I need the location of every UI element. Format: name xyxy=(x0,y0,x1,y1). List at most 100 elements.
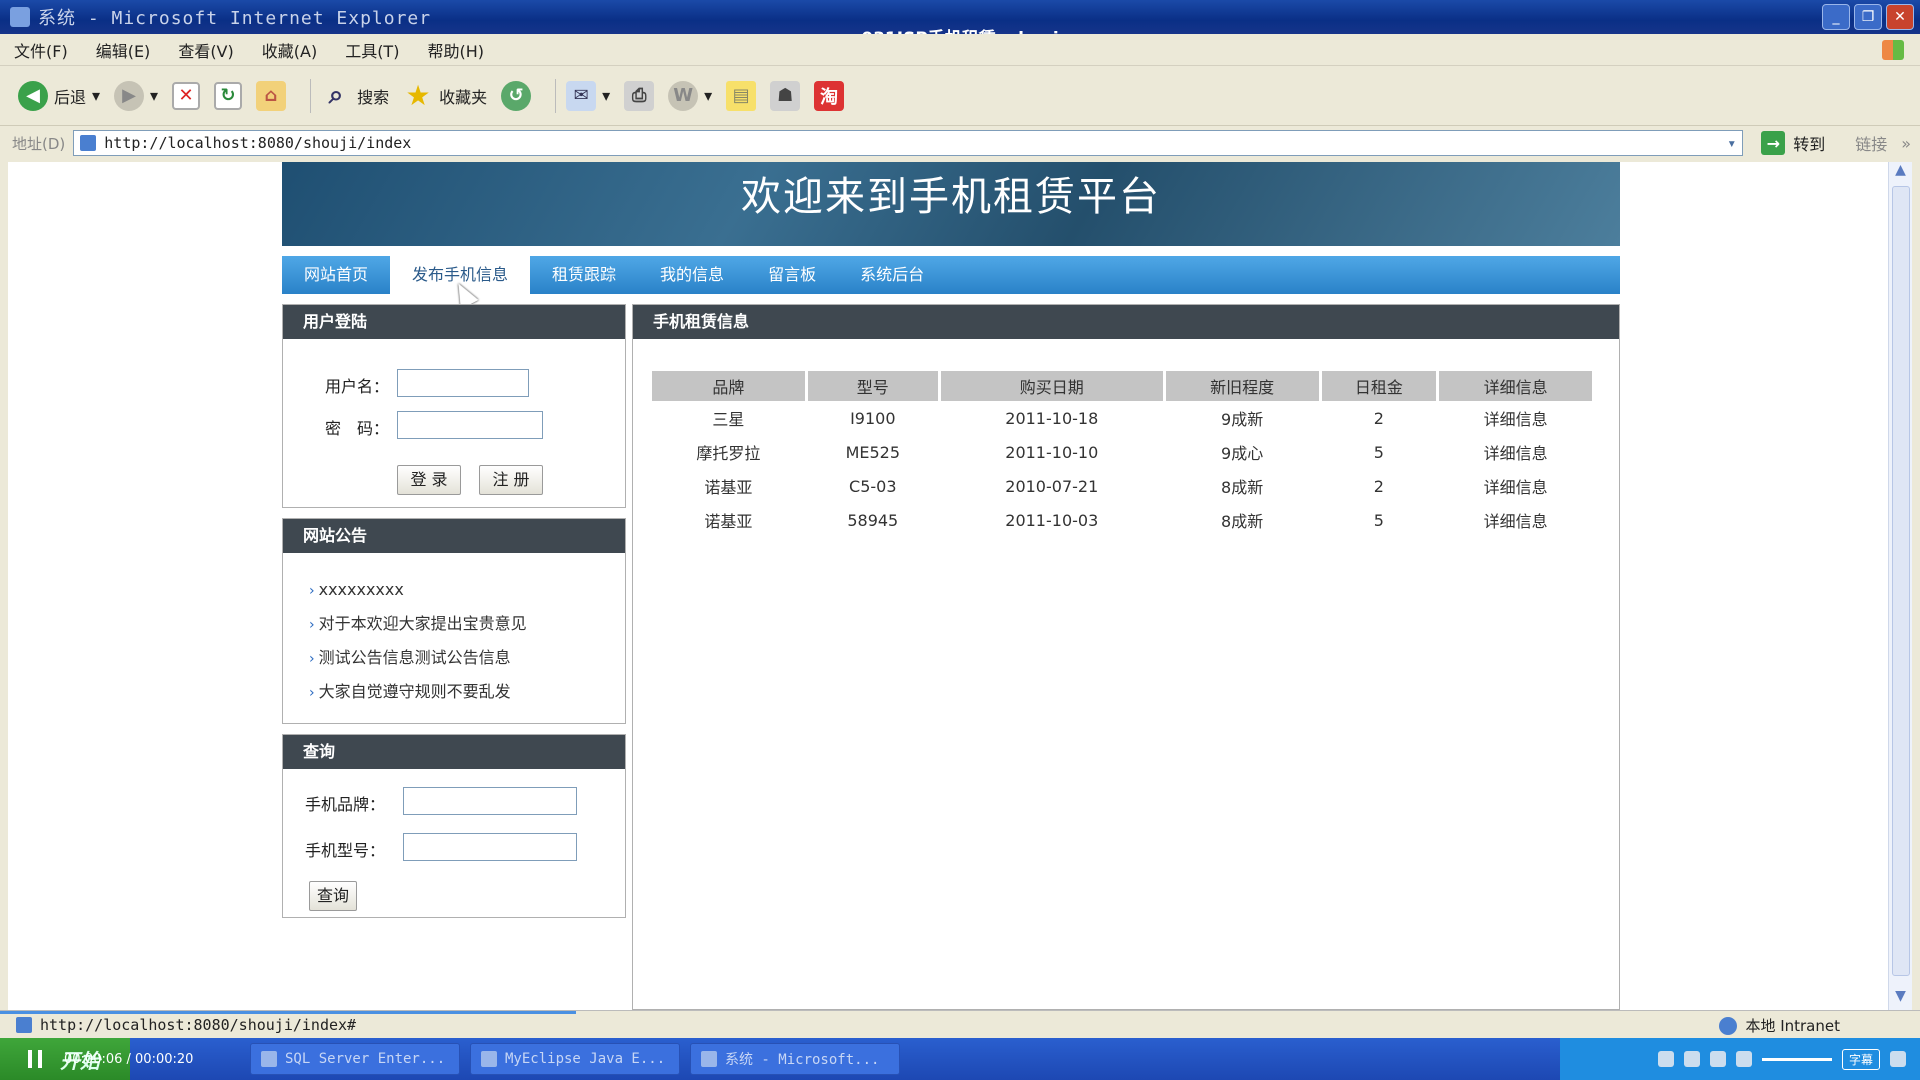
video-progress-bar[interactable] xyxy=(0,1011,576,1014)
notice-item[interactable]: › 测试公告信息测试公告信息 xyxy=(283,641,625,675)
security-zone: 本地 Intranet xyxy=(1719,1015,1840,1036)
taskbar-item-sql-server[interactable]: SQL Server Enter... xyxy=(250,1043,460,1075)
app-icon xyxy=(261,1051,277,1067)
minimize-button[interactable]: _ xyxy=(1822,4,1850,30)
go-button[interactable]: → 转到 xyxy=(1761,131,1825,155)
login-button[interactable]: 登 录 xyxy=(397,465,461,495)
window-controls: _ ❐ ✕ xyxy=(1822,4,1914,30)
vertical-scrollbar[interactable]: ▲ ▼ xyxy=(1888,162,1912,1010)
col-daily-rent: 日租金 xyxy=(1321,371,1437,401)
mail-icon: ✉ xyxy=(566,80,597,111)
links-button[interactable]: 链接 xyxy=(1855,131,1887,155)
table-row: 摩托罗拉 ME525 2011-10-10 9成心 5 详细信息 xyxy=(652,435,1592,469)
favorites-button[interactable]: ★ 收藏夹 xyxy=(403,79,488,112)
keyboard-icon[interactable] xyxy=(1657,1051,1674,1067)
home-icon: ⌂ xyxy=(256,80,287,111)
forward-button[interactable]: ▶ ▾ xyxy=(114,80,158,111)
brand-input[interactable] xyxy=(403,787,577,815)
password-input[interactable] xyxy=(397,411,543,439)
col-model: 型号 xyxy=(807,371,938,401)
model-input[interactable] xyxy=(403,833,577,861)
password-label: 密 码： xyxy=(325,419,390,438)
search-button[interactable]: ⌕ 搜索 xyxy=(321,80,389,111)
mail-button[interactable]: ✉ ▾ xyxy=(566,80,610,111)
maximize-button[interactable]: ❐ xyxy=(1854,4,1882,30)
refresh-button[interactable]: ↻ xyxy=(214,81,243,110)
notice-item[interactable]: › 大家自觉遵守规则不要乱发 xyxy=(283,675,625,709)
menu-view[interactable]: 查看(V) xyxy=(178,38,233,62)
register-button[interactable]: 注 册 xyxy=(479,465,543,495)
print-button[interactable]: ⎙ xyxy=(624,80,655,111)
fullscreen-icon[interactable] xyxy=(1890,1051,1906,1067)
details-link[interactable]: 详细信息 xyxy=(1439,503,1592,537)
nav-tracking[interactable]: 租赁跟踪 xyxy=(530,256,638,294)
rental-title: 手机租赁信息 xyxy=(633,305,1619,339)
chevron-down-icon[interactable]: ▾ xyxy=(150,86,158,105)
toolbar-separator xyxy=(310,78,312,113)
table-row: 诺基亚 58945 2011-10-03 8成新 5 详细信息 xyxy=(652,503,1592,537)
chevron-right-icon: › xyxy=(309,617,315,633)
menu-favorites[interactable]: 收藏(A) xyxy=(262,38,317,62)
taskbar-item-myeclipse[interactable]: MyEclipse Java E... xyxy=(470,1043,680,1075)
close-button[interactable]: ✕ xyxy=(1886,4,1914,30)
menu-help[interactable]: 帮助(H) xyxy=(427,38,484,62)
pause-icon[interactable] xyxy=(28,1050,42,1068)
page-viewport: 欢迎来到手机租赁平台 网站首页 发布手机信息 租赁跟踪 我的信息 留言板 系统后… xyxy=(8,162,1888,1010)
nav-message-board[interactable]: 留言板 xyxy=(746,256,838,294)
taobao-button[interactable]: 淘 xyxy=(814,80,845,111)
notice-item[interactable]: › xxxxxxxxx xyxy=(283,573,625,607)
notice-box: 网站公告 › xxxxxxxxx › 对于本欢迎大家提出宝贵意见 › 测试公告信息测试… xyxy=(282,518,626,724)
nav-admin[interactable]: 系统后台 xyxy=(838,256,946,294)
left-panel: 用户登陆 用户名： 密 码： 登 录 注 册 网站公告 › xxxxxxxxx ›… xyxy=(282,304,626,928)
home-button[interactable]: ⌂ xyxy=(256,80,287,111)
details-link[interactable]: 详细信息 xyxy=(1439,435,1592,469)
edit-button[interactable]: W ▾ xyxy=(668,80,712,111)
notice-item[interactable]: › 对于本欢迎大家提出宝贵意见 xyxy=(283,607,625,641)
chevron-down-icon[interactable]: ▾ xyxy=(92,86,100,105)
col-condition: 新旧程度 xyxy=(1165,371,1319,401)
speaker-icon[interactable] xyxy=(1735,1051,1752,1067)
stop-icon: ✕ xyxy=(172,81,201,110)
history-button[interactable]: ↺ xyxy=(501,80,532,111)
window-title: 系统 - Microsoft Internet Explorer xyxy=(38,8,432,29)
windows-logo-icon xyxy=(1882,40,1904,60)
nav-my-info[interactable]: 我的信息 xyxy=(638,256,746,294)
notice-text: 对于本欢迎大家提出宝贵意见 xyxy=(318,614,527,633)
scroll-up-icon[interactable]: ▲ xyxy=(1889,162,1912,184)
toolbar-separator xyxy=(555,78,557,113)
subtitle-button[interactable]: 字幕 xyxy=(1841,1048,1880,1070)
notice-text: 大家自觉遵守规则不要乱发 xyxy=(318,682,511,701)
chevron-down-icon[interactable]: ▾ xyxy=(704,86,712,105)
network-icon[interactable] xyxy=(1683,1051,1700,1067)
scroll-down-icon[interactable]: ▼ xyxy=(1889,988,1912,1010)
table-header-row: 品牌 型号 购买日期 新旧程度 日租金 详细信息 xyxy=(652,371,1592,401)
back-button[interactable]: ◀ 后退 ▾ xyxy=(18,80,100,111)
rental-table-wrap: 品牌 型号 购买日期 新旧程度 日租金 详细信息 三星 I9100 2011-1… xyxy=(649,371,1595,537)
login-form: 用户名： 密 码： 登 录 注 册 xyxy=(283,339,625,507)
details-link[interactable]: 详细信息 xyxy=(1439,401,1592,435)
cell-condition: 8成新 xyxy=(1221,478,1264,497)
note-button[interactable]: ▤ xyxy=(726,80,757,111)
messenger-button[interactable]: ☗ xyxy=(770,80,801,111)
volume-slider[interactable] xyxy=(1761,1057,1832,1061)
security-icon[interactable] xyxy=(1709,1051,1726,1067)
model-label: 手机型号： xyxy=(305,841,386,860)
scroll-thumb[interactable] xyxy=(1892,186,1910,976)
printer-icon: ⎙ xyxy=(624,80,655,111)
nav-home[interactable]: 网站首页 xyxy=(282,256,390,294)
task-label: 系统 - Microsoft... xyxy=(725,1052,880,1068)
taskbar-item-ie[interactable]: 系统 - Microsoft... xyxy=(690,1043,900,1075)
menu-tools[interactable]: 工具(T) xyxy=(345,38,399,62)
chevron-down-icon[interactable]: ▾ xyxy=(602,86,610,105)
chevron-right-icon[interactable]: » xyxy=(1901,134,1911,153)
col-purchase-date: 购买日期 xyxy=(940,371,1163,401)
username-input[interactable] xyxy=(397,369,529,397)
menu-edit[interactable]: 编辑(E) xyxy=(96,38,151,62)
address-input[interactable]: http://localhost:8080/shouji/index ▾ xyxy=(73,130,1744,156)
chevron-down-icon[interactable]: ▾ xyxy=(1727,134,1736,152)
stop-button[interactable]: ✕ xyxy=(172,81,201,110)
menu-file[interactable]: 文件(F) xyxy=(14,38,68,62)
system-tray: 字幕 xyxy=(1560,1038,1920,1080)
search-button[interactable]: 查询 xyxy=(309,881,357,911)
details-link[interactable]: 详细信息 xyxy=(1439,469,1592,503)
